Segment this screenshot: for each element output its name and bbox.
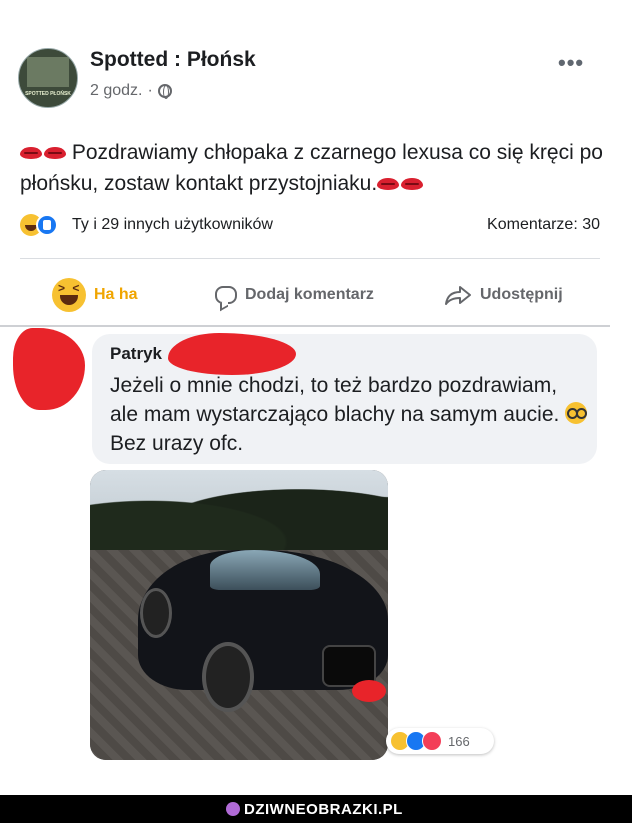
comment-body-end: Bez urazy ofc.: [110, 432, 244, 455]
comment-photo[interactable]: [90, 470, 388, 760]
love-emoji-icon: [422, 731, 442, 751]
watermark: DZIWNEOBRAZKI.PL: [226, 800, 403, 818]
lips-emoji-icon: [377, 178, 400, 191]
reaction-label: Ha ha: [94, 286, 138, 303]
comment-reaction-count: 166: [448, 733, 470, 749]
car-rear-wheel: [140, 588, 172, 638]
section-separator: [0, 325, 610, 327]
like-emoji-icon: [36, 214, 58, 236]
share-button[interactable]: Udostępnij: [444, 280, 563, 310]
plate-redaction: [352, 680, 386, 702]
share-icon: [445, 286, 471, 305]
page-avatar[interactable]: SPOTTED PŁOŃSK: [18, 48, 78, 108]
watermark-text: DZIWNEOBRAZKI.PL: [244, 800, 403, 818]
photo-trees: [90, 470, 388, 560]
add-comment-button[interactable]: Dodaj komentarz: [215, 280, 374, 310]
post-time[interactable]: 2 godz.: [90, 82, 142, 100]
comment-icon: [215, 286, 237, 304]
reactions-summary[interactable]: Ty i 29 innych użytkowników: [72, 216, 273, 234]
watermark-logo-icon: [226, 802, 240, 816]
post-text: Pozdrawiamy chłopaka z czarnego lexusa c…: [20, 137, 610, 199]
haha-reaction-button[interactable]: Ha ha: [52, 278, 138, 312]
commenter-avatar-redacted[interactable]: [13, 328, 85, 410]
reactions-summary-row: Ty i 29 innych użytkowników Komentarze: …: [20, 214, 600, 238]
nerd-emoji-icon: [565, 402, 588, 424]
page-name[interactable]: Spotted : Płońsk: [90, 48, 256, 72]
meta-separator: ·: [147, 82, 153, 99]
post-card: SPOTTED PŁOŃSK Spotted : Płońsk 2 godz. …: [0, 0, 632, 795]
comments-count[interactable]: Komentarze: 30: [487, 216, 600, 234]
lips-emoji-icon: [401, 178, 424, 191]
more-options-icon[interactable]: •••: [558, 50, 584, 76]
comment-author[interactable]: Patryk: [110, 344, 162, 364]
globe-icon: [157, 84, 172, 99]
name-redaction: [168, 333, 296, 375]
comment-body: Jeżeli o mnie chodzi, to też bardzo pozd…: [110, 374, 560, 426]
lips-emoji-icon: [20, 147, 42, 160]
avatar-logo-text: SPOTTED PŁOŃSK: [25, 91, 71, 97]
post-meta: 2 godz. ·: [90, 82, 172, 100]
haha-emoji-icon: [52, 278, 86, 312]
avatar-image: [27, 57, 69, 87]
comment-label: Dodaj komentarz: [245, 286, 374, 303]
post-body: Pozdrawiamy chłopaka z czarnego lexusa c…: [20, 141, 603, 195]
lips-emoji-icon: [44, 147, 66, 160]
comment-reactions-pill[interactable]: 166: [386, 728, 494, 754]
share-label: Udostępnij: [480, 286, 563, 303]
car-front-wheel: [202, 642, 254, 712]
comment-text: Jeżeli o mnie chodzi, to też bardzo pozd…: [110, 371, 590, 458]
divider: [20, 258, 600, 259]
